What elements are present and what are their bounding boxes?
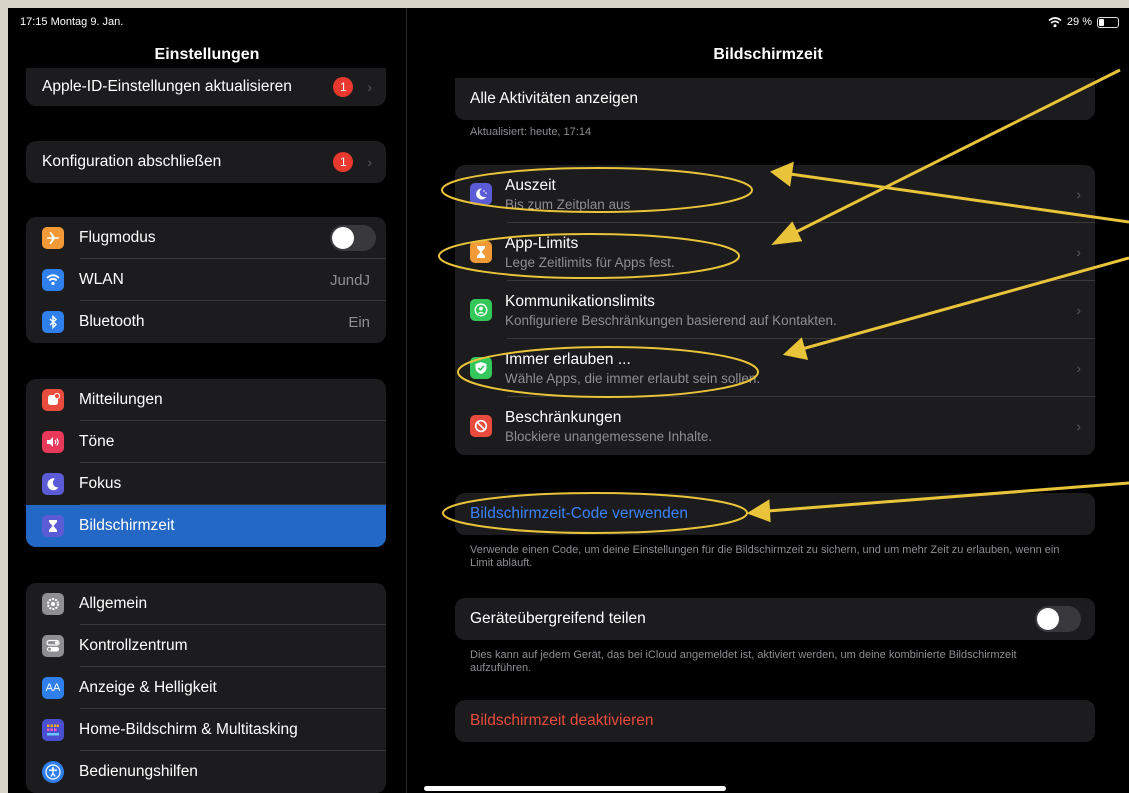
annotation-ellipse-code — [442, 492, 748, 534]
annotation-arrowhead — [771, 221, 803, 245]
annotation-arrowhead — [782, 337, 809, 360]
annotation-arrow-code — [767, 481, 1129, 513]
annotation-arrow-auszeit — [789, 172, 1129, 224]
annotation-arrow-immer-erlauben — [801, 256, 1129, 351]
annotation-overlay — [438, 68, 1129, 534]
annotation-ellipse-auszeit — [441, 167, 753, 213]
annotation-arrow-app-limits — [789, 68, 1121, 237]
annotation-ellipse-immer-erlauben — [457, 346, 759, 398]
annotation-arrowhead — [746, 499, 771, 523]
annotation-ellipse-app-limits — [438, 233, 740, 279]
annotation-arrowhead — [770, 161, 794, 187]
